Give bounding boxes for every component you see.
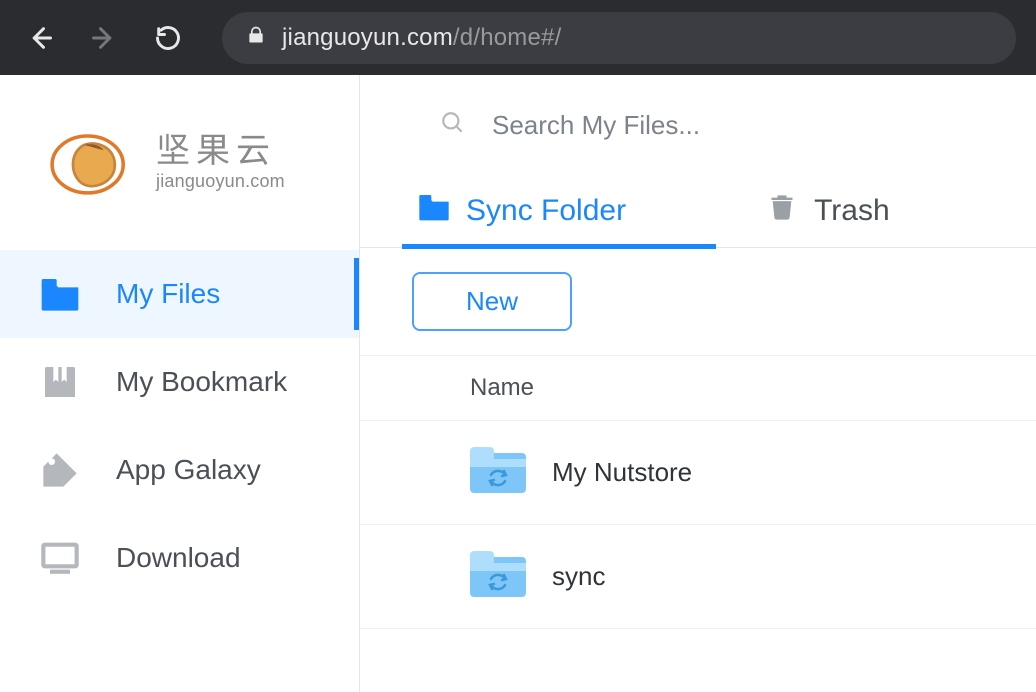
main-content: Sync Folder Trash New Name My Nutstore: [360, 75, 1036, 692]
forward-button[interactable]: [84, 18, 124, 58]
file-row[interactable]: sync: [360, 525, 1036, 629]
sidebar-items: My Files My Bookmark App Galaxy Download: [0, 250, 359, 602]
reload-button[interactable]: [148, 18, 188, 58]
sidebar-item-my-files[interactable]: My Files: [0, 250, 359, 338]
sidebar-item-label: Download: [116, 542, 241, 574]
logo-cn: 坚果云: [156, 133, 285, 170]
sidebar-item-label: App Galaxy: [116, 454, 261, 486]
trash-icon: [766, 193, 798, 229]
monitor-icon: [40, 538, 80, 578]
tab-label: Sync Folder: [466, 194, 626, 228]
search-icon: [440, 110, 466, 141]
file-name: My Nutstore: [552, 457, 692, 488]
url-text: jianguoyun.com/d/home#/: [282, 24, 561, 52]
tab-sync-folder[interactable]: Sync Folder: [408, 181, 636, 247]
back-button[interactable]: [20, 18, 60, 58]
sync-folder-icon: [470, 447, 526, 498]
sidebar-item-label: My Bookmark: [116, 366, 287, 398]
sync-folder-icon: [470, 551, 526, 602]
sidebar-item-app-galaxy[interactable]: App Galaxy: [0, 426, 359, 514]
toolbar-row: New: [360, 248, 1036, 356]
search-input[interactable]: [492, 110, 912, 141]
search-row: [360, 75, 1036, 175]
tab-trash[interactable]: Trash: [756, 181, 900, 247]
logo-en: jianguoyun.com: [156, 171, 285, 192]
url-host: jianguoyun.com: [282, 24, 453, 51]
file-name: sync: [552, 561, 605, 592]
url-path: /d/home#/: [453, 24, 562, 51]
file-row[interactable]: My Nutstore: [360, 421, 1036, 525]
url-bar[interactable]: jianguoyun.com/d/home#/: [222, 12, 1016, 64]
new-button[interactable]: New: [412, 272, 572, 331]
app-shell: 坚果云 jianguoyun.com My Files My Bookmark: [0, 75, 1036, 692]
tab-label: Trash: [814, 194, 890, 228]
sidebar-item-my-bookmark[interactable]: My Bookmark: [0, 338, 359, 426]
logo-text: 坚果云 jianguoyun.com: [156, 133, 285, 191]
sidebar-item-label: My Files: [116, 278, 220, 310]
logo[interactable]: 坚果云 jianguoyun.com: [0, 75, 359, 250]
tag-icon: [40, 450, 80, 490]
sidebar: 坚果云 jianguoyun.com My Files My Bookmark: [0, 75, 360, 692]
nut-logo-icon: [48, 120, 138, 205]
browser-bar: jianguoyun.com/d/home#/: [0, 0, 1036, 75]
folder-icon: [40, 274, 80, 314]
folder-icon: [418, 193, 450, 229]
tabs: Sync Folder Trash: [360, 181, 1036, 248]
sidebar-item-download[interactable]: Download: [0, 514, 359, 602]
bookmark-icon: [40, 362, 80, 402]
column-header-name[interactable]: Name: [360, 356, 1036, 421]
lock-icon: [246, 24, 266, 51]
